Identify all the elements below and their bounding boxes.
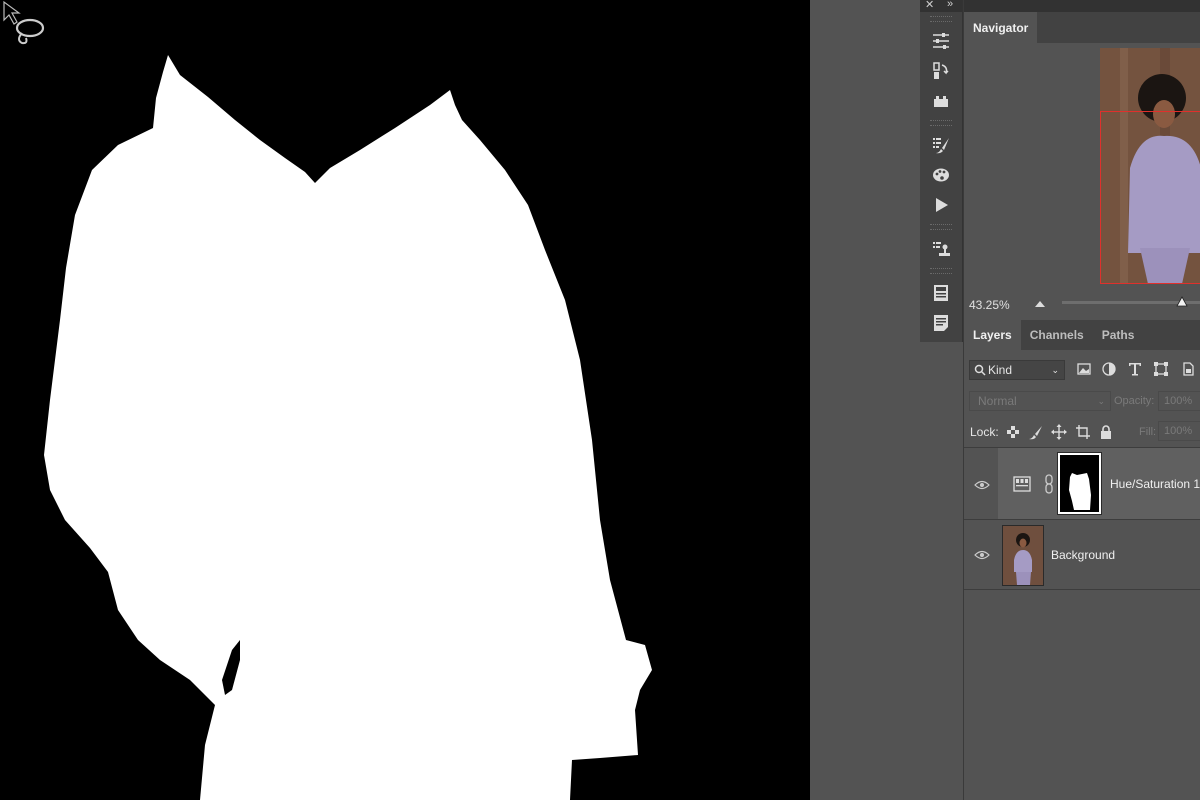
visibility-eye-icon[interactable] bbox=[974, 479, 990, 491]
navigator-tab-bar: Navigator bbox=[964, 12, 1200, 43]
mask-silhouette bbox=[44, 55, 652, 800]
opacity-field[interactable]: 100% bbox=[1158, 391, 1200, 411]
zoom-percentage-field[interactable]: 43.25% bbox=[969, 298, 1010, 312]
dock-grip[interactable] bbox=[930, 120, 952, 126]
properties-icon[interactable] bbox=[920, 278, 962, 308]
tab-paths[interactable]: Paths bbox=[1093, 320, 1144, 350]
hue-saturation-adjustment-icon bbox=[1013, 476, 1031, 492]
collapse-dock-icon[interactable]: » bbox=[947, 0, 953, 10]
zoom-slider-thumb[interactable] bbox=[1176, 296, 1188, 308]
notes-icon[interactable] bbox=[920, 308, 962, 338]
lock-artboard-icon[interactable] bbox=[1075, 424, 1091, 440]
lock-label: Lock: bbox=[970, 425, 999, 439]
document-canvas[interactable] bbox=[0, 0, 810, 800]
chevron-down-icon: ⌄ bbox=[1097, 395, 1105, 406]
visibility-eye-icon[interactable] bbox=[974, 549, 990, 561]
lasso-cursor-icon bbox=[3, 0, 45, 45]
chain-link-icon[interactable] bbox=[1044, 474, 1054, 494]
lock-image-pixels-icon[interactable] bbox=[1028, 424, 1044, 440]
dock-grip[interactable] bbox=[930, 268, 952, 274]
canvas-pasteboard bbox=[810, 0, 920, 800]
dock-header: ✕ » bbox=[920, 0, 962, 12]
chevron-down-icon: ⌄ bbox=[1051, 364, 1059, 375]
lock-transparent-pixels-icon[interactable] bbox=[1005, 424, 1021, 440]
lock-all-icon[interactable] bbox=[1098, 424, 1114, 440]
zoom-out-mountain-icon[interactable] bbox=[1034, 298, 1046, 308]
filter-type-layers-icon[interactable] bbox=[1127, 361, 1143, 377]
panel-header-strip bbox=[964, 0, 1200, 12]
opacity-label: Opacity: bbox=[1114, 395, 1155, 407]
fill-field[interactable]: 100% bbox=[1158, 421, 1200, 441]
fill-value: 100% bbox=[1164, 425, 1193, 437]
panels-column: Navigator 43.25% Layers Channels Paths K… bbox=[963, 0, 1200, 800]
lock-row: Lock: Fill: 100% bbox=[964, 421, 1200, 443]
filter-kind-dropdown[interactable]: Kind ⌄ bbox=[969, 360, 1065, 380]
blend-mode-row: Normal ⌄ Opacity: 100% bbox=[964, 390, 1200, 412]
layer-filter-row: Kind ⌄ bbox=[964, 358, 1200, 382]
tab-layers[interactable]: Layers bbox=[964, 320, 1021, 350]
color-palette-icon[interactable] bbox=[920, 160, 962, 190]
mask-thumbnail-image bbox=[1060, 455, 1099, 512]
actions-icon[interactable] bbox=[920, 86, 962, 116]
filter-adjustment-layers-icon[interactable] bbox=[1101, 361, 1117, 377]
navigator-view-box[interactable] bbox=[1100, 111, 1200, 284]
filter-smart-objects-icon[interactable] bbox=[1180, 361, 1196, 377]
dock-grip[interactable] bbox=[930, 224, 952, 230]
blend-mode-value: Normal bbox=[978, 394, 1017, 408]
navigator-preview[interactable] bbox=[1100, 48, 1200, 284]
layer-image-thumbnail[interactable] bbox=[1002, 525, 1044, 586]
layer-name[interactable]: Background bbox=[1051, 548, 1115, 562]
search-icon bbox=[974, 364, 986, 376]
filter-pixel-layers-icon[interactable] bbox=[1076, 361, 1092, 377]
close-dock-icon[interactable]: ✕ bbox=[925, 0, 934, 11]
clone-source-icon[interactable] bbox=[920, 234, 962, 264]
layers-tab-bar: Layers Channels Paths bbox=[964, 320, 1200, 350]
blend-mode-dropdown[interactable]: Normal ⌄ bbox=[969, 391, 1111, 411]
filter-kind-label: Kind bbox=[988, 363, 1013, 377]
opacity-value: 100% bbox=[1164, 395, 1193, 407]
background-thumbnail-image bbox=[1003, 526, 1043, 585]
brush-presets-icon[interactable] bbox=[920, 130, 962, 160]
lock-position-icon[interactable] bbox=[1051, 424, 1067, 440]
navigator-zoom-row: 43.25% bbox=[964, 292, 1200, 316]
dock-grip[interactable] bbox=[930, 16, 952, 22]
layer-row-hue-saturation[interactable]: Hue/Saturation 1 bbox=[964, 448, 1200, 520]
tab-channels[interactable]: Channels bbox=[1021, 320, 1093, 350]
tab-navigator[interactable]: Navigator bbox=[964, 12, 1038, 43]
layer-name[interactable]: Hue/Saturation 1 bbox=[1110, 477, 1200, 491]
fill-label: Fill: bbox=[1139, 426, 1157, 438]
play-icon[interactable] bbox=[920, 190, 962, 220]
adjustments-icon[interactable] bbox=[920, 26, 962, 56]
layer-mask-thumbnail[interactable] bbox=[1057, 452, 1102, 515]
panel-dock-strip: ✕ » bbox=[920, 0, 963, 342]
history-icon[interactable] bbox=[920, 56, 962, 86]
layer-row-background[interactable]: Background bbox=[964, 520, 1200, 590]
layers-empty-area bbox=[964, 590, 1200, 800]
filter-shape-layers-icon[interactable] bbox=[1153, 361, 1169, 377]
